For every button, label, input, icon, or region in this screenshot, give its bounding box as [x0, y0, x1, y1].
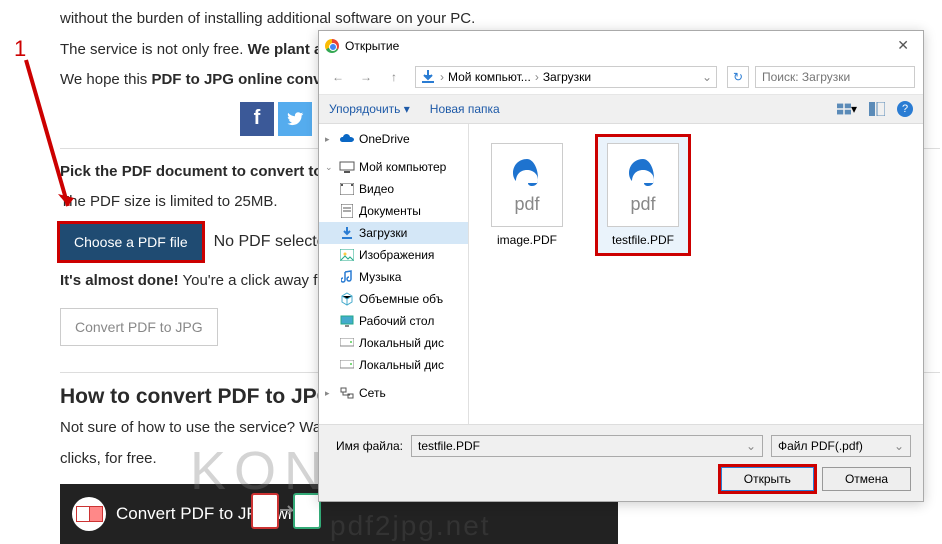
- dialog-titlebar: Открытие ✕: [319, 31, 923, 60]
- tree-documents[interactable]: Документы: [319, 200, 468, 222]
- cancel-button[interactable]: Отмена: [822, 467, 911, 491]
- search-input[interactable]: [755, 66, 915, 88]
- tree-localdisk[interactable]: Локальный дис: [319, 332, 468, 354]
- dialog-nav: ← → ↑ › Мой компьют... › Загрузки ⌄ ↻: [319, 60, 923, 95]
- tree-pictures[interactable]: Изображения: [319, 244, 468, 266]
- video-channel-icon: [72, 497, 106, 531]
- pdf2jpg-logo: pdf2jpg.net: [330, 510, 491, 542]
- facebook-share[interactable]: f: [240, 102, 274, 136]
- tree-localdisk[interactable]: Локальный дис: [319, 354, 468, 376]
- convert-button[interactable]: Convert PDF to JPG: [60, 308, 218, 346]
- tree-desktop[interactable]: Рабочий стол: [319, 310, 468, 332]
- chrome-icon: [325, 39, 339, 53]
- view-icon[interactable]: ▾: [837, 101, 857, 117]
- filename-input[interactable]: testfile.PDF⌄: [411, 435, 763, 457]
- tree-3dobjects[interactable]: Объемные объ: [319, 288, 468, 310]
- forward-button[interactable]: →: [355, 66, 377, 88]
- dialog-toolbar: Упорядочить ▾ Новая папка ▾ ?: [319, 95, 923, 124]
- downloads-icon: [420, 69, 436, 85]
- folder-tree: ▸OneDrive ⌄Мой компьютер Видео Документы…: [319, 124, 469, 424]
- file-list: pdf image.PDF pdf testfile.PDF: [469, 124, 923, 424]
- new-folder-button[interactable]: Новая папка: [430, 102, 500, 116]
- dialog-title: Открытие: [345, 39, 399, 53]
- choose-pdf-button[interactable]: Choose a PDF file: [60, 224, 202, 260]
- tree-videos[interactable]: Видео: [319, 178, 468, 200]
- tree-network[interactable]: ▸Сеть: [319, 382, 468, 404]
- annotation-arrow-1: [18, 56, 86, 226]
- dialog-footer: Имя файла: testfile.PDF⌄ Файл PDF(.pdf)⌄…: [319, 424, 923, 501]
- file-open-dialog: Открытие ✕ ← → ↑ › Мой компьют... › Загр…: [318, 30, 924, 502]
- tree-music[interactable]: Музыка: [319, 266, 468, 288]
- preview-icon[interactable]: [867, 101, 887, 117]
- filetype-select[interactable]: Файл PDF(.pdf)⌄: [771, 435, 911, 457]
- no-pdf-selected: No PDF selected: [214, 233, 335, 251]
- close-button[interactable]: ✕: [889, 35, 917, 56]
- pdf2jpg-logo-icon: [250, 488, 322, 532]
- tree-computer[interactable]: ⌄Мой компьютер: [319, 156, 468, 178]
- back-button[interactable]: ←: [327, 66, 349, 88]
- refresh-button[interactable]: ↻: [727, 66, 749, 88]
- open-button[interactable]: Открыть: [721, 467, 814, 491]
- filename-label: Имя файла:: [331, 439, 403, 453]
- file-image-pdf[interactable]: pdf image.PDF: [479, 134, 575, 256]
- organize-menu[interactable]: Упорядочить ▾: [329, 102, 410, 116]
- file-testfile-pdf[interactable]: pdf testfile.PDF: [595, 134, 691, 256]
- tree-downloads[interactable]: Загрузки: [319, 222, 468, 244]
- up-button[interactable]: ↑: [383, 66, 405, 88]
- breadcrumb[interactable]: › Мой компьют... › Загрузки ⌄: [415, 66, 717, 88]
- page-text: without the burden of installing additio…: [60, 8, 940, 31]
- tree-onedrive[interactable]: ▸OneDrive: [319, 128, 468, 150]
- twitter-share[interactable]: [278, 102, 312, 136]
- help-icon[interactable]: ?: [897, 101, 913, 117]
